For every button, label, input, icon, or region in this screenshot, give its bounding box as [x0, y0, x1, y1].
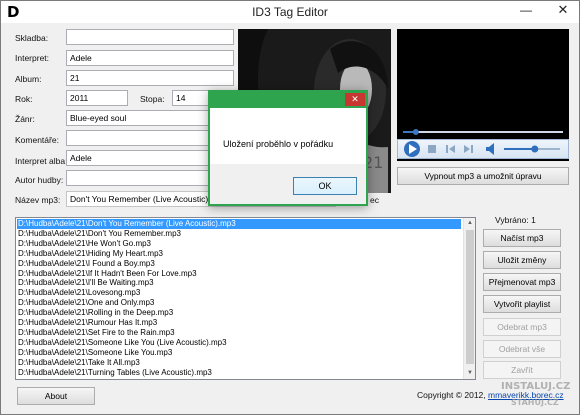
title-bar: D ID3 Tag Editor — ✕ [1, 1, 579, 23]
label-zanr: Žánr: [15, 114, 35, 124]
scroll-down-icon[interactable]: ▼ [464, 368, 475, 379]
volume-slider[interactable] [504, 145, 560, 153]
list-item[interactable]: D:\Hudba\Adele\21\I Found a Boy.mp3 [18, 259, 155, 269]
list-item[interactable]: D:\Hudba\Adele\21\Rolling in the Deep.mp… [18, 308, 173, 318]
about-button[interactable]: About [17, 387, 95, 405]
vybrano-label: Vybráno: 1 [495, 215, 536, 225]
ulozit-zmeny-button[interactable]: Uložit změny [483, 251, 561, 269]
label-interpret-alba: Interpret alba: [15, 156, 68, 166]
copyright-label: Copyright © 2012, [417, 390, 486, 400]
list-item[interactable]: D:\Hudba\Adele\21\He Won't Go.mp3 [18, 239, 151, 249]
nazev-mp3-overflow-text: ec [370, 195, 379, 205]
label-interpret: Interpret: [15, 53, 50, 63]
watermark-line2: STAHUJ.CZ [511, 398, 559, 407]
label-album: Album: [15, 74, 42, 84]
play-icon[interactable] [404, 141, 420, 157]
list-item[interactable]: D:\Hudba\Adele\21\Don't You Remember (Li… [17, 219, 461, 229]
nacist-mp3-button[interactable]: Načíst mp3 [483, 229, 561, 247]
album-field[interactable]: 21 [66, 70, 234, 86]
scroll-up-icon[interactable]: ▲ [464, 218, 475, 229]
list-item[interactable]: D:\Hudba\Adele\21\Someone Like You (Live… [18, 338, 227, 348]
vypnout-mp3-button[interactable]: Vypnout mp3 a umožnit úpravu [397, 167, 569, 185]
list-item[interactable]: D:\Hudba\Adele\21\Don't You Remember.mp3 [18, 229, 181, 239]
previous-icon[interactable] [446, 145, 455, 153]
list-item[interactable]: D:\Hudba\Adele\21\I'll Be Waiting.mp3 [18, 278, 154, 288]
zanr-value: Blue-eyed soul [70, 113, 127, 123]
dialog-title-bar: ✕ [210, 92, 366, 108]
list-item[interactable]: D:\Hudba\Adele\21\Turning Tables (Live A… [18, 368, 212, 378]
seek-bar[interactable] [403, 129, 563, 135]
file-list[interactable]: D:\Hudba\Adele\21\Don't You Remember (Li… [15, 217, 476, 380]
dialog-message: Uložení proběhlo v pořádku [223, 139, 334, 149]
speaker-icon[interactable] [486, 143, 494, 155]
minimize-button[interactable]: — [514, 1, 538, 21]
label-autor-hudby: Autor hudby: [15, 175, 64, 185]
label-skladba: Skladba: [15, 33, 49, 43]
dialog-body [210, 108, 366, 164]
save-success-dialog: ✕ Uložení proběhlo v pořádku OK [208, 90, 368, 206]
prejmenovat-mp3-button[interactable]: Přejmenovat mp3 [483, 273, 561, 291]
stop-icon[interactable] [428, 145, 436, 153]
vytvorit-playlist-button[interactable]: Vytvořit playlist [483, 295, 561, 313]
list-item[interactable]: D:\Hudba\Adele\21\Someone Like You.mp3 [18, 348, 172, 358]
list-item[interactable]: D:\Hudba\Adele\21\Take It All.mp3 [18, 358, 140, 368]
skladba-field[interactable] [66, 29, 234, 45]
list-item[interactable]: D:\Hudba\Adele\21\If It Hadn't Been For … [18, 269, 197, 279]
dialog-close-button[interactable]: ✕ [345, 93, 365, 106]
odebrat-vse-button[interactable]: Odebrat vše [483, 340, 561, 358]
list-scrollbar[interactable]: ▲ ▼ [463, 218, 475, 379]
odebrat-mp3-button[interactable]: Odebrat mp3 [483, 318, 561, 336]
list-item[interactable]: D:\Hudba\Adele\21\Hiding My Heart.mp3 [18, 249, 163, 259]
watermark-line1: INSTALUJ.CZ [501, 381, 571, 392]
interpret-field[interactable]: Adele [66, 50, 234, 66]
zavrit-button[interactable]: Zavřít [483, 361, 561, 379]
rok-field[interactable]: 2011 [66, 90, 128, 106]
close-button[interactable]: ✕ [549, 1, 577, 21]
label-komentare: Komentáře: [15, 135, 59, 145]
label-stopa: Stopa: [140, 94, 165, 104]
list-item[interactable]: D:\Hudba\Adele\21\Set Fire to the Rain.m… [18, 328, 175, 338]
list-item[interactable]: D:\Hudba\Adele\21\Rumour Has It.mp3 [18, 318, 157, 328]
next-icon[interactable] [464, 145, 473, 153]
label-rok: Rok: [15, 94, 33, 104]
main-window: D ID3 Tag Editor — ✕ Skladba: Interpret:… [0, 0, 580, 415]
label-nazev-mp3: Název mp3: [15, 195, 61, 205]
dialog-ok-button[interactable]: OK [293, 177, 357, 195]
window-title: ID3 Tag Editor [252, 5, 328, 19]
list-item[interactable]: D:\Hudba\Adele\21\Lovesong.mp3 [18, 288, 140, 298]
scroll-thumb[interactable] [466, 230, 474, 364]
list-item[interactable]: D:\Hudba\Adele\21\One and Only.mp3 [18, 298, 154, 308]
player-controls [397, 139, 569, 159]
